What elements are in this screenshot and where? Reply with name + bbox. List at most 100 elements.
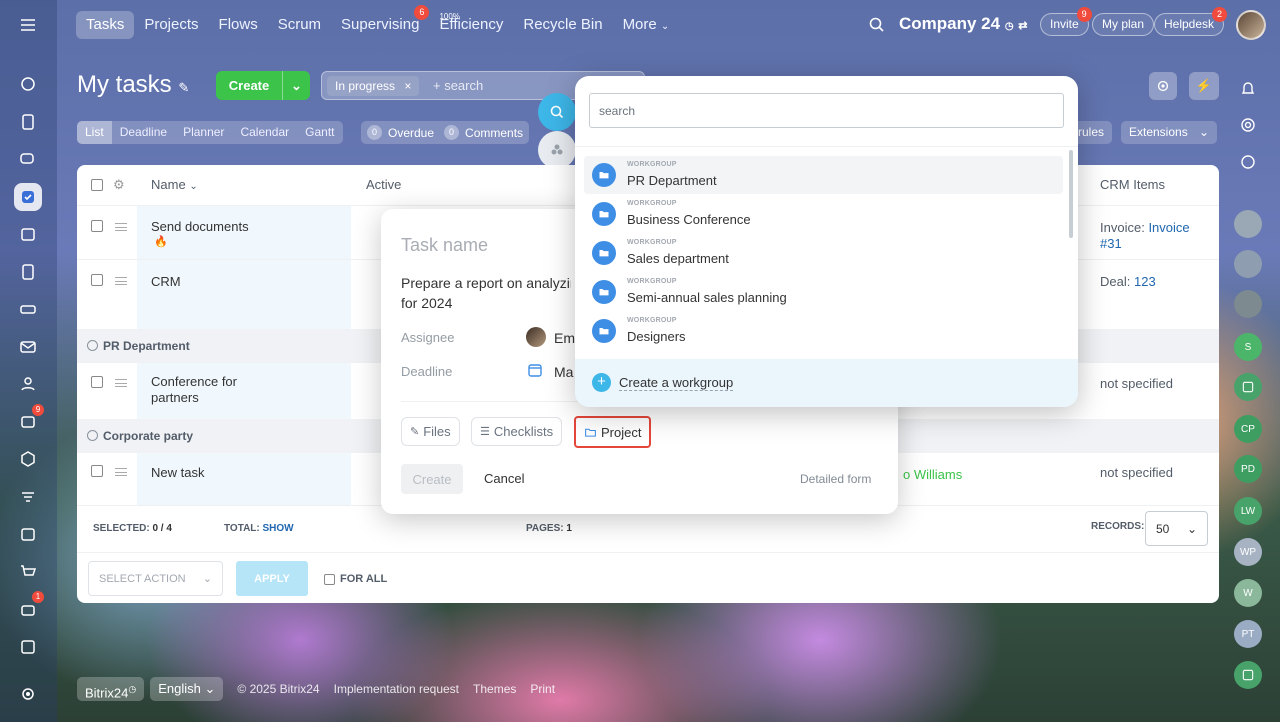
col-crm[interactable]: CRM Items xyxy=(1100,165,1165,205)
contact-w[interactable]: W xyxy=(1234,579,1262,607)
tab-list[interactable]: List xyxy=(77,121,112,144)
collapse-icon[interactable] xyxy=(87,340,98,351)
counter-comments[interactable]: 0 Comments xyxy=(444,125,523,140)
create-workgroup-link[interactable]: Create a workgroup xyxy=(619,375,734,391)
notifications-bell-icon[interactable] xyxy=(1234,74,1262,102)
tasks-icon[interactable] xyxy=(14,183,42,211)
drag-handle-icon[interactable] xyxy=(115,379,127,387)
copilot-icon[interactable] xyxy=(1234,111,1262,139)
chat-icon[interactable] xyxy=(14,145,42,173)
close-icon[interactable]: × xyxy=(404,79,411,93)
company-name[interactable]: Company 24 ◷ ⇄ xyxy=(899,14,1028,34)
themes-link[interactable]: Themes xyxy=(473,682,516,696)
workgroup-item[interactable]: WORKGROUP Designers xyxy=(584,312,1063,350)
task-name-crm[interactable]: CRM xyxy=(151,274,181,289)
extensions-button[interactable]: Extensions ⌄ xyxy=(1121,121,1218,144)
contact-avatar-3[interactable] xyxy=(1234,290,1262,318)
documents-icon[interactable] xyxy=(14,108,42,136)
newsfeed-icon[interactable]: 9 xyxy=(14,404,44,436)
filter-list-icon[interactable] xyxy=(14,483,42,511)
cart-icon[interactable] xyxy=(14,558,42,586)
task-name-send-documents[interactable]: Send documents xyxy=(151,219,249,234)
employees-icon[interactable] xyxy=(14,370,42,398)
implementation-link[interactable]: Implementation request xyxy=(334,682,459,696)
calendar-icon[interactable] xyxy=(14,220,42,248)
helpdesk-button[interactable]: Helpdesk 2 xyxy=(1154,7,1228,36)
deadline-value[interactable]: Ma xyxy=(554,364,573,380)
form-create-button[interactable]: Create xyxy=(401,464,463,494)
for-all-box[interactable] xyxy=(324,573,335,585)
drag-handle-icon[interactable] xyxy=(115,223,127,231)
contact-s[interactable]: S xyxy=(1234,333,1262,361)
nav-more[interactable]: More ⌄ xyxy=(613,11,680,39)
print-link[interactable]: Print xyxy=(530,682,555,696)
project-button[interactable]: Project xyxy=(574,416,652,448)
nav-recycle-bin[interactable]: Recycle Bin xyxy=(513,11,612,39)
chat-group-icon[interactable] xyxy=(1234,373,1262,401)
shop-icon[interactable]: 1 xyxy=(14,591,44,623)
create-task-button[interactable]: Create ⌄ xyxy=(216,71,310,100)
automation-icon[interactable] xyxy=(14,445,42,473)
task-name-input[interactable]: Task name xyxy=(401,235,488,256)
invite-button[interactable]: Invite 9 xyxy=(1040,7,1092,36)
store-icon[interactable] xyxy=(14,633,42,661)
detailed-form-link[interactable]: Detailed form xyxy=(800,472,871,486)
counter-overdue[interactable]: 0 Overdue xyxy=(367,125,434,140)
col-name[interactable]: Name ⌄ xyxy=(151,165,198,205)
filter-chip[interactable]: In progress × xyxy=(327,76,420,96)
contact-wp[interactable]: WP xyxy=(1234,538,1262,566)
pin-icon[interactable]: ✎ xyxy=(178,80,189,95)
nav-tasks[interactable]: Tasks xyxy=(76,11,135,39)
workgroup-item[interactable]: WORKGROUP Sales department xyxy=(584,234,1063,272)
crm-icon[interactable] xyxy=(14,295,42,323)
nav-scrum[interactable]: Scrum xyxy=(268,11,331,39)
menu-icon[interactable] xyxy=(14,11,42,39)
total-show-link[interactable]: SHOW xyxy=(263,523,294,534)
nav-flows[interactable]: Flows xyxy=(209,11,268,39)
contact-pt[interactable]: PT xyxy=(1234,620,1262,648)
search-icon[interactable] xyxy=(868,16,886,34)
assignee-value[interactable]: Em xyxy=(554,330,575,346)
workgroup-item[interactable]: WORKGROUP Semi-annual sales planning xyxy=(584,273,1063,311)
task-name-new-task[interactable]: New task xyxy=(151,465,204,480)
feed-icon[interactable] xyxy=(14,70,42,98)
contact-cp[interactable]: CP xyxy=(1234,415,1262,443)
row-checkbox[interactable] xyxy=(91,220,103,232)
nav-supervising[interactable]: Supervising 6 xyxy=(331,5,430,39)
ai-search-icon[interactable] xyxy=(538,93,576,131)
create-chevron-icon[interactable]: ⌄ xyxy=(282,71,310,100)
workgroup-item[interactable]: WORKGROUP Business Conference xyxy=(584,195,1063,233)
bitrix-brand[interactable]: Bitrix24◷ xyxy=(77,677,145,701)
gear-icon[interactable]: ⚙ xyxy=(113,177,125,193)
planner-icon[interactable] xyxy=(14,520,42,548)
nav-projects[interactable]: Projects xyxy=(134,11,208,39)
dropdown-scrollbar[interactable] xyxy=(1069,150,1073,238)
apply-button[interactable]: APPLY xyxy=(236,561,308,596)
contact-pd[interactable]: PD xyxy=(1234,455,1262,483)
records-select[interactable]: 50 ⌄ xyxy=(1145,511,1208,546)
nav-efficiency[interactable]: 100% Efficiency xyxy=(429,11,513,39)
create-workgroup-row[interactable]: + Create a workgroup xyxy=(575,359,1078,407)
assignee-avatar[interactable] xyxy=(526,327,546,347)
tab-calendar[interactable]: Calendar xyxy=(232,121,297,144)
checklists-button[interactable]: ☰ Checklists xyxy=(471,417,563,446)
contact-avatar-2[interactable] xyxy=(1234,250,1262,278)
drag-handle-icon[interactable] xyxy=(115,277,127,285)
select-action-dropdown[interactable]: SELECT ACTION ⌄ xyxy=(88,561,223,596)
row-checkbox[interactable] xyxy=(91,465,103,477)
contact-avatar-1[interactable] xyxy=(1234,210,1262,238)
tab-planner[interactable]: Planner xyxy=(175,121,232,144)
settings-gear-icon[interactable] xyxy=(1149,72,1177,100)
drive-icon[interactable] xyxy=(14,258,42,286)
user-avatar[interactable] xyxy=(1236,10,1266,40)
lightning-icon[interactable]: ⚡ xyxy=(1189,72,1219,100)
mail-icon[interactable] xyxy=(14,333,42,361)
form-cancel-button[interactable]: Cancel xyxy=(484,471,524,486)
crm-link-2[interactable]: 123 xyxy=(1134,274,1156,289)
tab-deadline[interactable]: Deadline xyxy=(112,121,175,144)
responsible-cell[interactable]: o Williams xyxy=(903,467,962,482)
contact-lw[interactable]: LW xyxy=(1234,497,1262,525)
task-description[interactable]: Prepare a report on analyzin for 2024 xyxy=(401,273,571,313)
tab-gantt[interactable]: Gantt xyxy=(297,121,342,144)
messenger-icon[interactable] xyxy=(1234,148,1262,176)
